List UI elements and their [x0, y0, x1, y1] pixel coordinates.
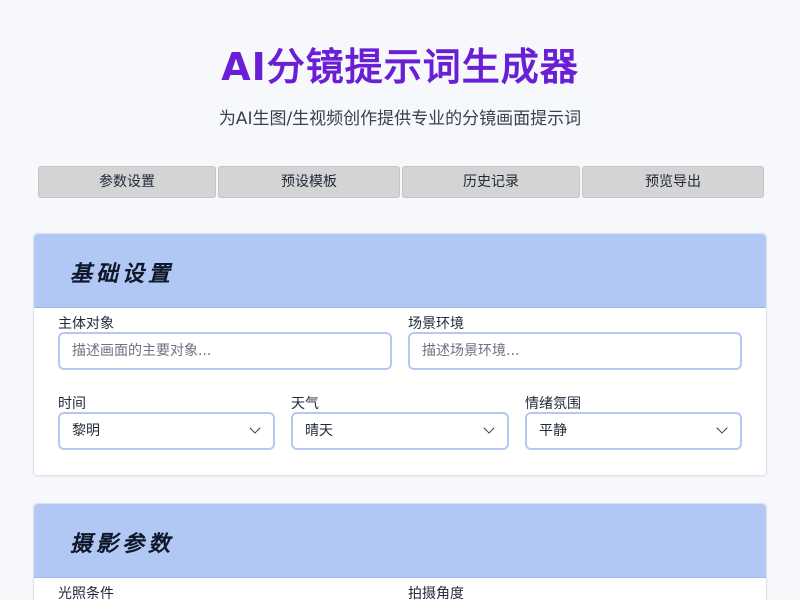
camera-params-card: 摄影参数 光照条件 拍摄角度: [33, 503, 767, 600]
basic-settings-card: 基础设置 主体对象 场景环境 时间 黎明 天气 晴天 情绪氛围 平静: [33, 233, 767, 476]
time-label: 时间: [58, 396, 86, 412]
chevron-down-icon: [483, 422, 495, 434]
mood-select-value: 平静: [539, 423, 567, 439]
tab-history[interactable]: 历史记录: [402, 166, 580, 198]
mood-select[interactable]: 平静: [525, 412, 742, 450]
app-subtitle: 为AI生图/生视频创作提供专业的分镜画面提示词: [218, 109, 582, 129]
angle-label: 拍摄角度: [408, 586, 464, 600]
chevron-down-icon: [716, 422, 728, 434]
subject-input[interactable]: [58, 332, 392, 370]
tab-parameter-settings[interactable]: 参数设置: [38, 166, 216, 198]
camera-params-header: 摄影参数: [34, 504, 766, 578]
weather-select-value: 晴天: [305, 423, 333, 439]
scene-label: 场景环境: [408, 316, 464, 332]
chevron-down-icon: [249, 422, 261, 434]
subject-label: 主体对象: [58, 316, 114, 332]
basic-settings-header: 基础设置: [34, 234, 766, 308]
app-title: AI分镜提示词生成器: [221, 45, 579, 89]
time-select-value: 黎明: [72, 423, 100, 439]
camera-params-title: 摄影参数: [70, 531, 175, 557]
weather-label: 天气: [291, 396, 319, 412]
weather-select[interactable]: 晴天: [291, 412, 509, 450]
time-select[interactable]: 黎明: [58, 412, 275, 450]
tab-preset-templates[interactable]: 预设模板: [218, 166, 400, 198]
basic-settings-title: 基础设置: [70, 261, 175, 287]
scene-input[interactable]: [408, 332, 742, 370]
tab-preview-export[interactable]: 预览导出: [582, 166, 764, 198]
mood-label: 情绪氛围: [525, 396, 581, 412]
lighting-label: 光照条件: [58, 586, 114, 600]
